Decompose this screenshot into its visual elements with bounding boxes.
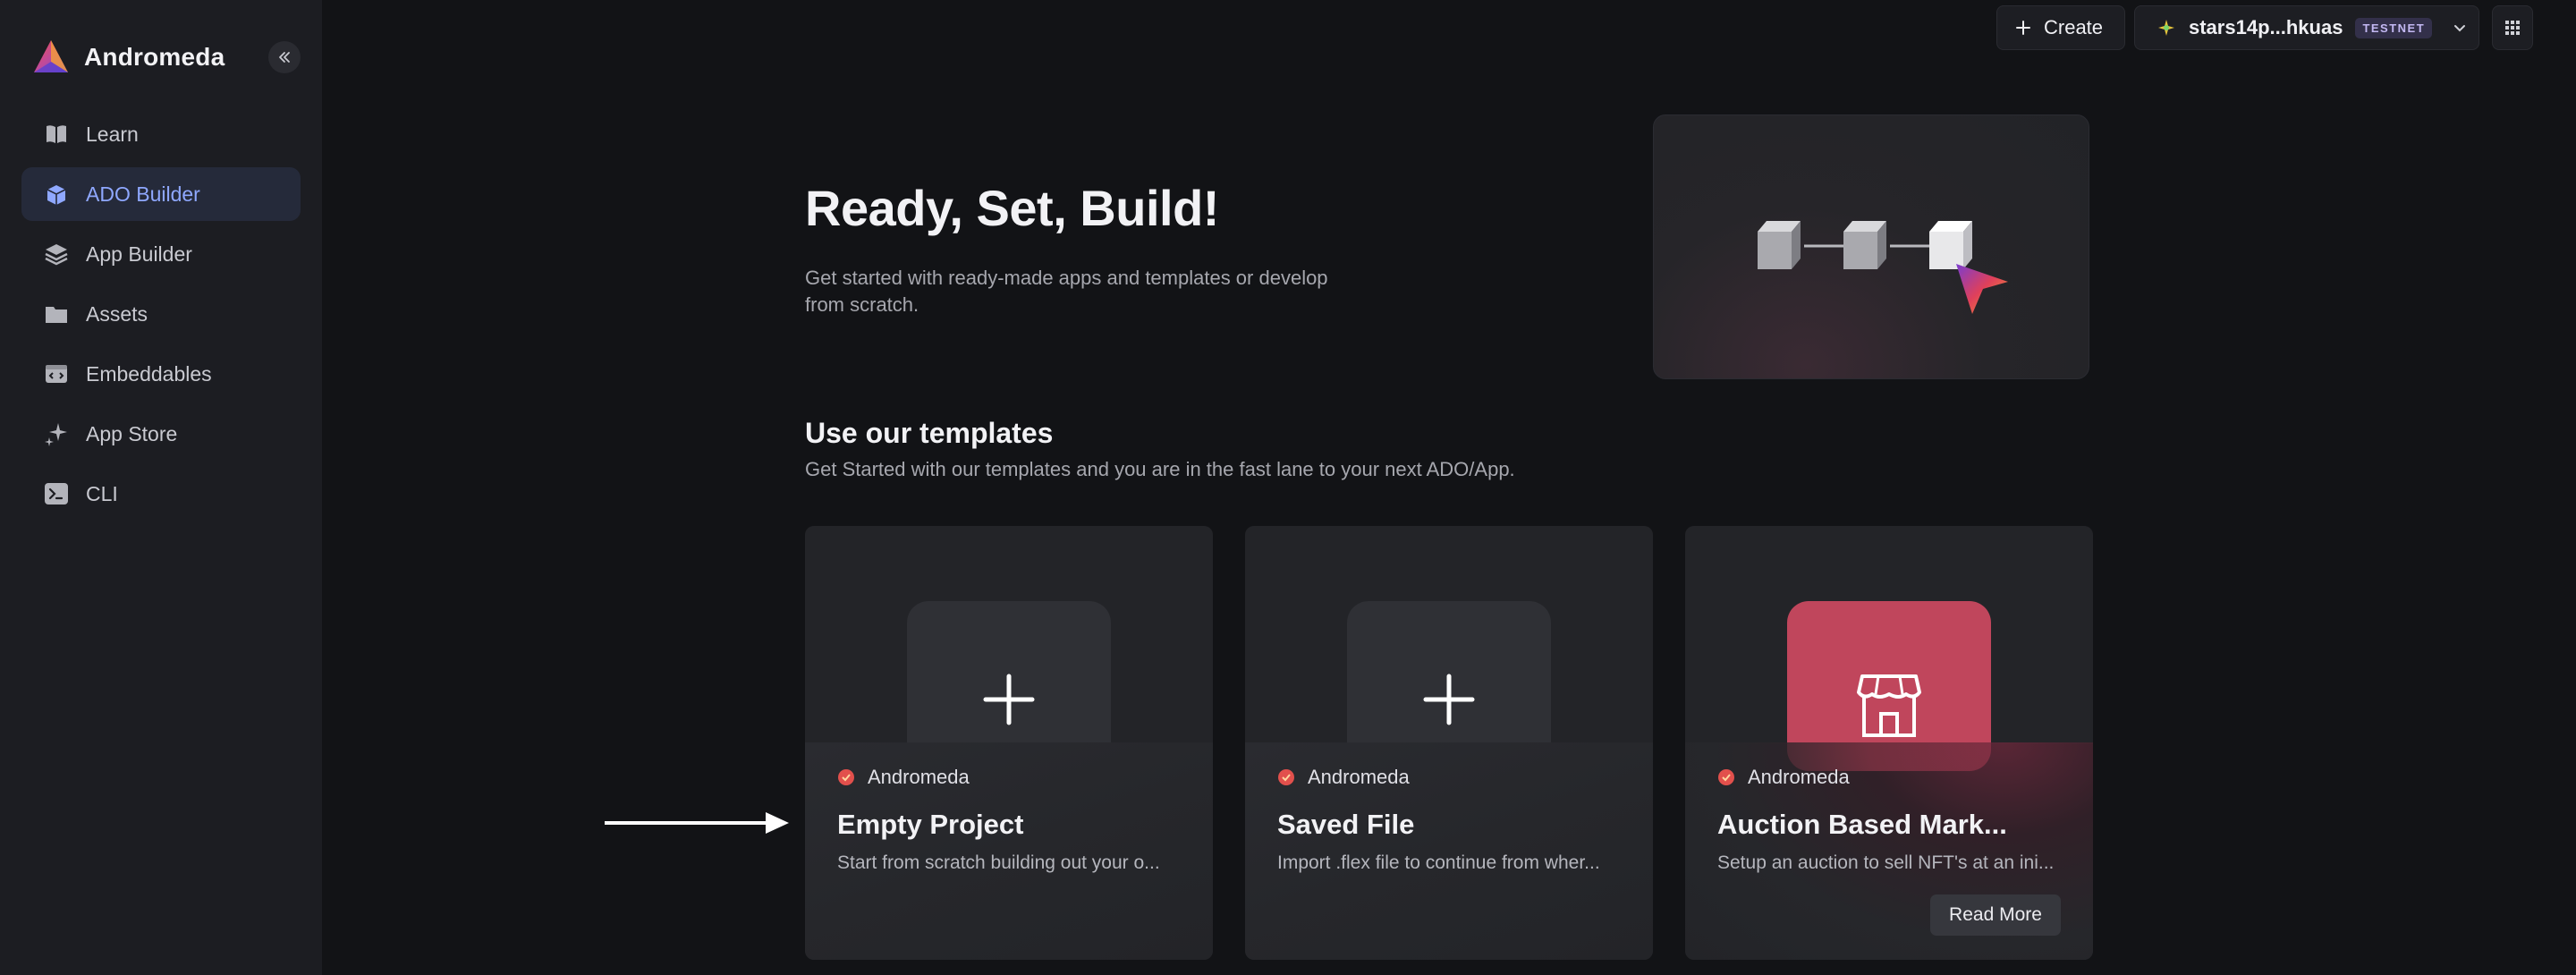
- plus-icon: [1423, 674, 1475, 725]
- sidebar-item-label: Learn: [86, 122, 139, 146]
- verified-badge-icon: [838, 769, 854, 785]
- grid-icon: [2505, 21, 2520, 35]
- folder-icon: [43, 301, 70, 327]
- read-more-button[interactable]: Read More: [1930, 894, 2061, 936]
- sidebar-item-app-builder[interactable]: App Builder: [21, 227, 301, 281]
- templates-title: Use our templates: [805, 417, 1054, 449]
- templates-subtitle: Get Started with our templates and you a…: [805, 458, 1515, 480]
- card-description: Setup an auction to sell NFT's at an ini…: [1717, 852, 2055, 873]
- cube-icon: [43, 181, 70, 208]
- card-author-name: Andromeda: [1308, 766, 1410, 788]
- card-author: Andromeda: [1717, 766, 1850, 789]
- sidebar-item-label: CLI: [86, 481, 118, 505]
- sidebar-item-label: Assets: [86, 301, 148, 326]
- apps-menu-button[interactable]: [2492, 5, 2533, 50]
- arrow-right-icon: [605, 812, 789, 834]
- verified-badge-icon: [1718, 769, 1734, 785]
- collapse-sidebar-button[interactable]: [268, 41, 301, 73]
- create-label: Create: [2044, 16, 2104, 38]
- sidebar: Andromeda Learn ADO Builder App Builder: [0, 0, 322, 975]
- terminal-icon: [43, 480, 70, 507]
- sidebar-item-label: Embeddables: [86, 361, 212, 386]
- storefront-icon: [1857, 674, 1921, 737]
- verified-badge-icon: [1278, 769, 1294, 785]
- hero-description: Get started with ready-made apps and tem…: [805, 267, 1328, 316]
- layers-icon: [43, 241, 70, 267]
- network-badge: TESTNET: [2355, 17, 2433, 38]
- connected-blocks-illustration: [1758, 221, 2008, 314]
- wallet-address: stars14p...hkuas: [2189, 16, 2343, 38]
- card-description: Import .flex file to continue from wher.…: [1277, 852, 1600, 873]
- chevrons-left-icon: [279, 52, 290, 63]
- page-title: Ready, Set, Build!: [805, 180, 1219, 236]
- embed-icon: [43, 360, 70, 387]
- sidebar-item-app-store[interactable]: App Store: [21, 407, 301, 461]
- plus-icon: [2016, 21, 2030, 35]
- sidebar-item-label: App Builder: [86, 242, 192, 266]
- template-card-auction-marketplace[interactable]: Andromeda Auction Based Mark... Setup an…: [1685, 526, 2093, 960]
- sparkle-icon: [43, 420, 70, 447]
- card-title: Auction Based Mark...: [1717, 809, 2007, 840]
- template-card-empty-project[interactable]: Andromeda Empty Project Start from scrat…: [805, 526, 1213, 960]
- wallet-chain-icon: [2158, 20, 2174, 36]
- card-author-name: Andromeda: [1748, 766, 1850, 788]
- card-title: Saved File: [1277, 809, 1415, 840]
- create-button[interactable]: Create: [1996, 5, 2125, 50]
- book-icon: [43, 121, 70, 148]
- sidebar-item-embeddables[interactable]: Embeddables: [21, 347, 301, 401]
- sidebar-nav: Learn ADO Builder App Builder Assets Emb…: [21, 107, 301, 527]
- plus-icon: [983, 674, 1035, 725]
- card-author: Andromeda: [837, 766, 970, 789]
- wallet-selector[interactable]: stars14p...hkuas TESTNET: [2134, 5, 2479, 50]
- sidebar-item-label: App Store: [86, 421, 178, 445]
- card-author: Andromeda: [1277, 766, 1410, 789]
- sidebar-item-cli[interactable]: CLI: [21, 467, 301, 521]
- chevron-down-icon: [2454, 25, 2466, 32]
- sidebar-item-ado-builder[interactable]: ADO Builder: [21, 167, 301, 221]
- andromeda-logo-icon: [34, 40, 68, 72]
- card-title: Empty Project: [837, 809, 1024, 840]
- brand-name: Andromeda: [84, 43, 225, 71]
- sidebar-item-label: ADO Builder: [86, 182, 200, 206]
- sidebar-item-assets[interactable]: Assets: [21, 287, 301, 341]
- template-card-saved-file[interactable]: Andromeda Saved File Import .flex file t…: [1245, 526, 1653, 960]
- card-description: Start from scratch building out your o..…: [837, 852, 1160, 873]
- brand[interactable]: Andromeda: [32, 34, 225, 81]
- sidebar-item-learn[interactable]: Learn: [21, 107, 301, 161]
- hero-illustration: [1653, 114, 2089, 379]
- card-author-name: Andromeda: [868, 766, 970, 788]
